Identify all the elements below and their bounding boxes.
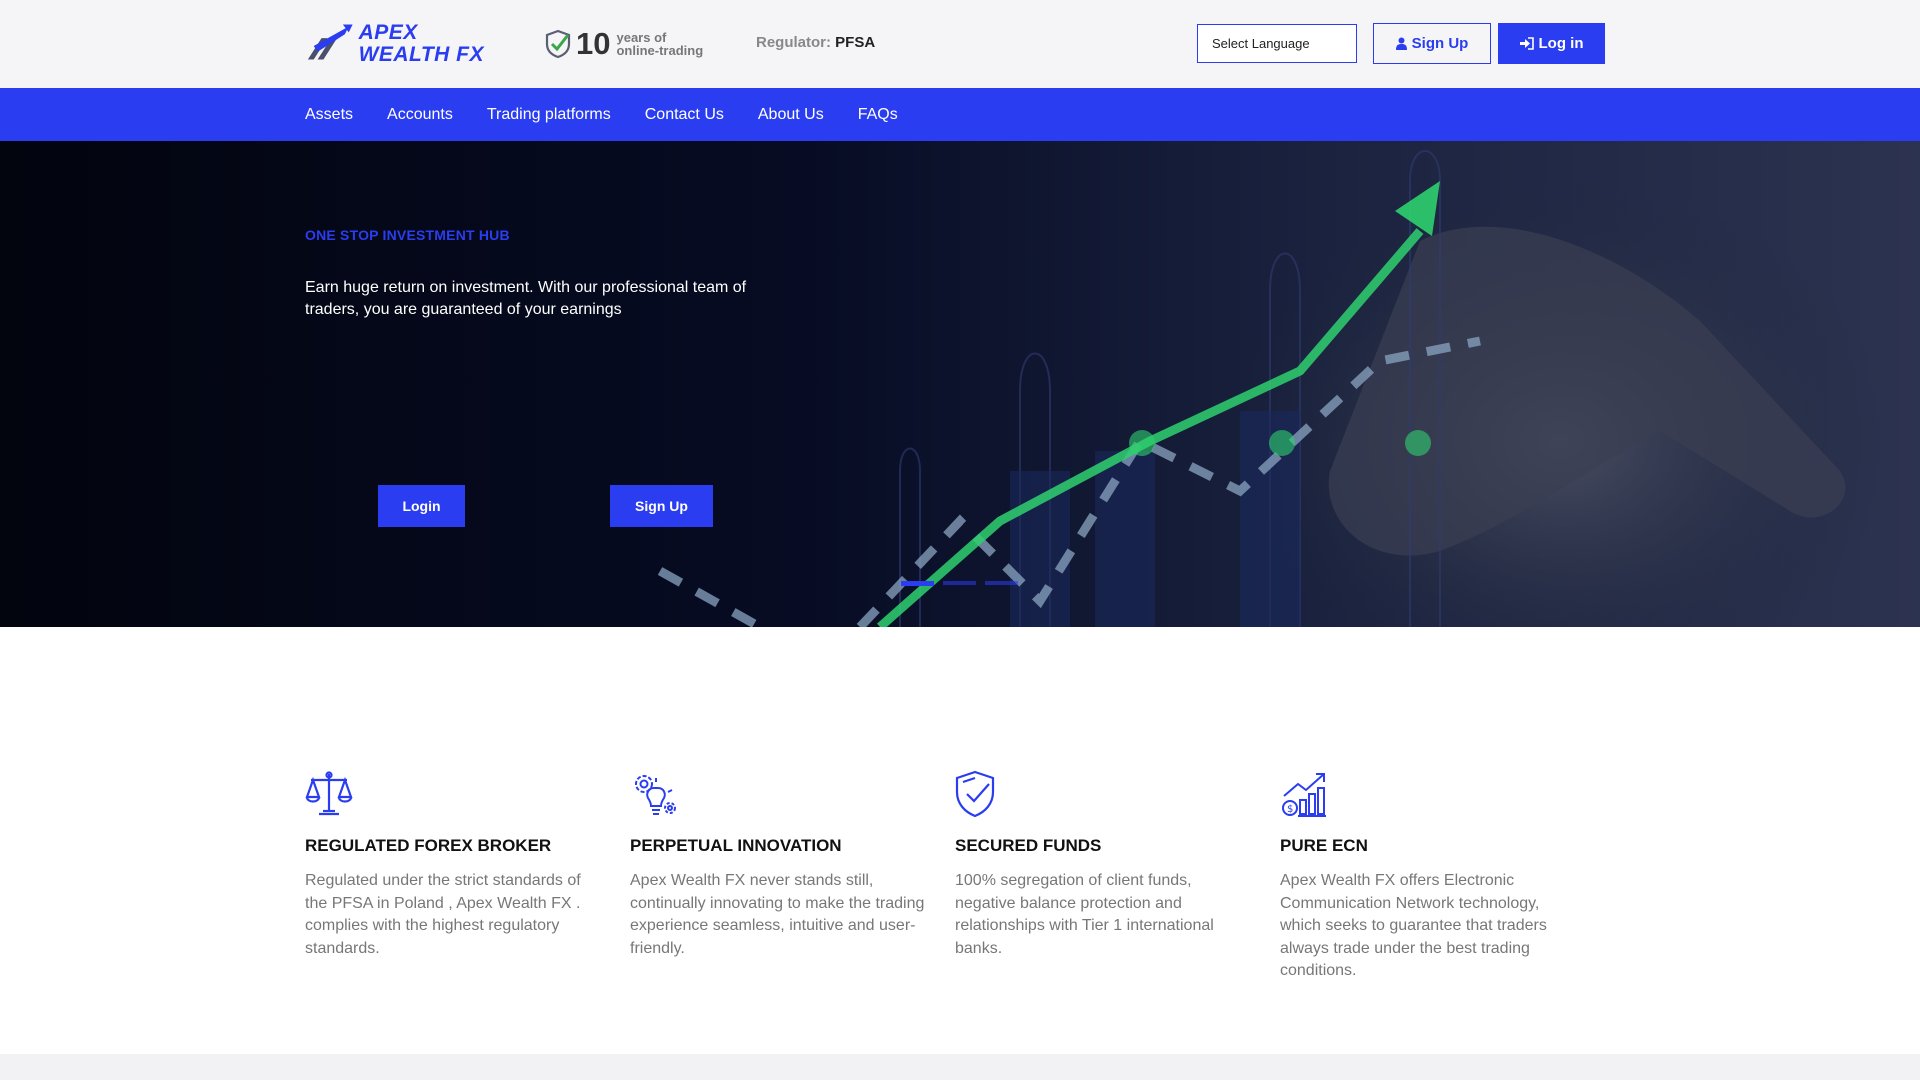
feature-title: PURE ECN bbox=[1280, 836, 1368, 855]
signup-button-label: Sign Up bbox=[1411, 35, 1469, 52]
growth-chart-icon: $ bbox=[1282, 773, 1326, 817]
login-button-label: Log in bbox=[1538, 35, 1584, 52]
feature-title: PERPETUAL INNOVATION bbox=[630, 836, 842, 855]
shield-check-icon bbox=[545, 29, 571, 59]
nav-items: Assets Accounts Trading platforms Contac… bbox=[305, 88, 932, 141]
slider-dot-1[interactable] bbox=[901, 581, 934, 586]
nav-item-about-us[interactable]: About Us bbox=[758, 106, 824, 124]
regulator-info: Regulator: PFSA bbox=[756, 34, 875, 51]
scales-icon bbox=[305, 771, 353, 816]
nav-item-contact-us[interactable]: Contact Us bbox=[645, 106, 724, 124]
regulator-value: PFSA bbox=[835, 34, 876, 51]
top-bar: APEX WEALTH FX 10 years of online-tradin… bbox=[0, 0, 1920, 88]
feature-description: Apex Wealth FX never stands still, conti… bbox=[630, 872, 925, 957]
feature-description: Apex Wealth FX offers Electronic Communi… bbox=[1280, 872, 1547, 979]
brand-logo[interactable]: APEX WEALTH FX bbox=[304, 16, 484, 72]
experience-badge: 10 years of online-trading bbox=[544, 26, 703, 62]
sign-in-icon bbox=[1519, 37, 1534, 50]
years-label: years of online-trading bbox=[616, 31, 703, 57]
years-label-line2: online-trading bbox=[616, 43, 704, 58]
language-select[interactable]: Select Language bbox=[1197, 24, 1357, 63]
logo-mark-icon bbox=[307, 24, 353, 60]
slider-indicators bbox=[901, 581, 1018, 586]
main-nav: Assets Accounts Trading platforms Contac… bbox=[0, 88, 1920, 141]
years-number: 10 bbox=[576, 26, 611, 61]
hero-description: Earn huge return on investment. With our… bbox=[305, 279, 747, 318]
hero-kicker: ONE STOP INVESTMENT HUB bbox=[305, 227, 510, 243]
feature-title: SECURED FUNDS bbox=[955, 836, 1102, 855]
login-button[interactable]: Log in bbox=[1498, 23, 1605, 64]
nav-item-faqs[interactable]: FAQs bbox=[858, 106, 898, 124]
brand-name-line2: WEALTH FX bbox=[358, 43, 484, 66]
feature-secured-funds: SECURED FUNDS 100% segregation of client… bbox=[955, 770, 1280, 983]
feature-innovation: PERPETUAL INNOVATION Apex Wealth FX neve… bbox=[630, 770, 955, 983]
hero-background-image bbox=[0, 141, 1920, 627]
features-section: REGULATED FOREX BROKER Regulated under t… bbox=[305, 770, 1605, 983]
feature-pure-ecn: $ PURE ECN Apex Wealth FX offers Electro… bbox=[1280, 770, 1605, 983]
slider-dot-2[interactable] bbox=[943, 581, 976, 585]
hero-slider: ONE STOP INVESTMENT HUB Earn huge return… bbox=[0, 141, 1920, 627]
nav-item-accounts[interactable]: Accounts bbox=[387, 106, 453, 124]
regulator-label: Regulator: bbox=[756, 34, 831, 51]
brand-name: APEX WEALTH FX bbox=[359, 22, 484, 66]
user-icon bbox=[1395, 37, 1407, 50]
nav-item-trading-platforms[interactable]: Trading platforms bbox=[487, 106, 611, 124]
feature-description: 100% segregation of client funds, negati… bbox=[955, 872, 1214, 957]
hero-login-button[interactable]: Login bbox=[378, 485, 465, 527]
nav-item-assets[interactable]: Assets bbox=[305, 106, 353, 124]
hero-signup-button[interactable]: Sign Up bbox=[610, 485, 713, 527]
innovation-icon bbox=[635, 775, 676, 815]
feature-regulated: REGULATED FOREX BROKER Regulated under t… bbox=[305, 770, 630, 983]
footer-strip bbox=[0, 1054, 1920, 1080]
feature-description: Regulated under the strict standards of … bbox=[305, 872, 581, 957]
shield-check-icon bbox=[955, 770, 995, 818]
signup-button[interactable]: Sign Up bbox=[1373, 23, 1491, 64]
brand-name-line1: APEX bbox=[358, 21, 418, 44]
feature-title: REGULATED FOREX BROKER bbox=[305, 836, 552, 855]
slider-dot-3[interactable] bbox=[985, 581, 1018, 585]
svg-text:$: $ bbox=[1287, 804, 1293, 815]
